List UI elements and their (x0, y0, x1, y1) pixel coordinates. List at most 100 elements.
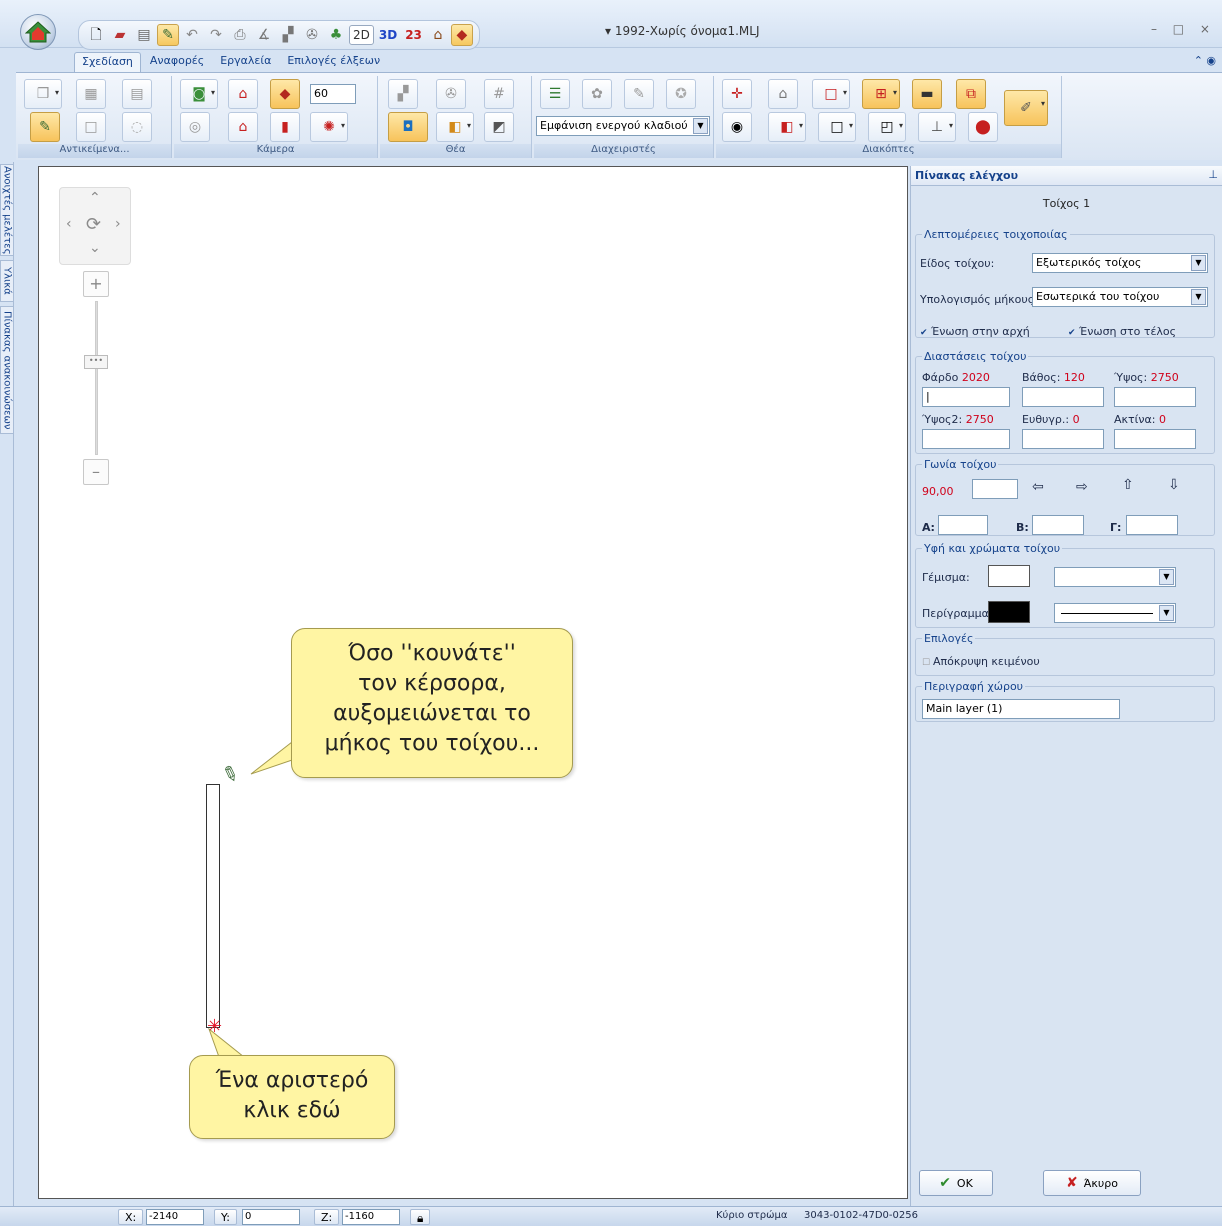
arrow-right-icon[interactable]: ⇨ (1076, 479, 1088, 495)
cancel-button[interactable]: ✘ Άκυρο (1043, 1170, 1141, 1196)
camera-value-input[interactable]: 60 (310, 84, 356, 104)
cube-icon[interactable]: ❒ (24, 79, 62, 109)
angle-input[interactable] (972, 479, 1018, 499)
pin-icon[interactable]: ⊥ (1208, 168, 1218, 181)
rect-snap-icon[interactable]: ⧉ (956, 79, 986, 109)
bulb-plus-icon[interactable]: ✪ (666, 79, 696, 109)
grid-view-icon[interactable]: # (484, 79, 514, 109)
ruler-icon[interactable]: ▬ (912, 79, 942, 109)
frame-icon[interactable]: □ (76, 112, 106, 142)
fill-color-swatch[interactable] (988, 565, 1030, 587)
grid-icon[interactable]: ▤ (122, 79, 152, 109)
qat-customize-icon[interactable]: ▾ (605, 24, 611, 38)
tab-tools[interactable]: Εργαλεία (213, 52, 278, 72)
spiral-icon[interactable]: ✿ (582, 79, 612, 109)
drawing-canvas[interactable]: ⌃ ‹ ⟳ › ⌄ + ••• – ✎ ✳ Όσο ''κουνάτε'' το… (38, 166, 908, 1199)
depth-input[interactable] (1022, 387, 1104, 407)
mode-3d-button[interactable]: 3D (376, 25, 400, 45)
branch-view-select[interactable]: Εμφάνιση ενεργού κλαδιού ▼ (536, 116, 710, 136)
house-outline-icon[interactable]: ⌂ (768, 79, 798, 109)
rotate-box-icon[interactable]: ◩ (484, 112, 514, 142)
film-reel-icon[interactable]: ✇ (301, 24, 323, 46)
new-file-icon[interactable]: 🗋 (85, 24, 107, 46)
app-menu-button[interactable] (20, 14, 56, 50)
stop-icon[interactable]: ⬤ (968, 112, 998, 142)
c-input[interactable] (1126, 515, 1178, 535)
house-view-icon[interactable]: ⌂ (228, 79, 258, 109)
space-description-input[interactable]: Main layer (1) (922, 699, 1120, 719)
chevron-down-icon[interactable]: ▼ (1159, 569, 1174, 585)
corner-icon[interactable]: ◰ (868, 112, 906, 142)
hide-text-checkbox[interactable]: ☐ Απόκρυψη κειμένου (922, 655, 1040, 668)
join-start-checkbox[interactable]: ✔ Ένωση στην αρχή (920, 325, 1030, 338)
edit-sheet-icon[interactable]: ✎ (624, 79, 654, 109)
pencil-draw-icon[interactable]: ✎ (157, 24, 179, 46)
blocks-icon[interactable]: ▦ (76, 79, 106, 109)
outline-color-swatch[interactable] (988, 601, 1030, 623)
arrow-down-icon[interactable]: ⇩ (1168, 477, 1180, 493)
camera-icon[interactable]: ◎ (180, 112, 210, 142)
length-calc-select[interactable]: Εσωτερικά του τοίχου ▼ (1032, 287, 1208, 307)
window-controls[interactable]: – □ × (1151, 22, 1216, 36)
snap-target-icon[interactable]: ⊞ (862, 79, 900, 109)
outline-style-select[interactable]: ▼ (1054, 603, 1176, 623)
snap-cross-icon[interactable]: ✛ (722, 79, 752, 109)
chevron-down-icon[interactable]: ▼ (693, 118, 708, 134)
paint-roller-icon[interactable]: ✐ (1004, 90, 1048, 126)
clapboard-icon[interactable]: ▞ (277, 24, 299, 46)
tab-snap-options[interactable]: Επιλογές έλξεων (280, 52, 387, 72)
b-input[interactable] (1032, 515, 1084, 535)
side-tab-announcements[interactable]: Πίνακας ανακοινώσεων (0, 306, 14, 434)
bulb-icon[interactable]: ◌ (122, 112, 152, 142)
mode-23-button[interactable]: 23 (402, 25, 425, 45)
dimension-icon[interactable]: ⊥ (918, 112, 956, 142)
redo-icon[interactable]: ↷ (205, 24, 227, 46)
width-input[interactable]: | (922, 387, 1010, 407)
save-file-icon[interactable]: ▤ (133, 24, 155, 46)
a-input[interactable] (938, 515, 988, 535)
open-file-icon[interactable]: ▰ (109, 24, 131, 46)
tab-reports[interactable]: Αναφορές (143, 52, 211, 72)
pencil-icon[interactable]: ✎ (30, 112, 60, 142)
join-end-checkbox[interactable]: ✔ Ένωση στο τέλος (1068, 325, 1176, 338)
side-tab-materials[interactable]: Υλικά (0, 260, 14, 302)
chevron-down-icon[interactable]: ▼ (1159, 605, 1174, 621)
orbit-icon[interactable]: ✺ (310, 112, 348, 142)
roof-icon[interactable]: ◆ (450, 24, 473, 46)
render-photo-icon[interactable]: ◘ (388, 112, 428, 142)
radius-input[interactable] (1114, 429, 1196, 449)
clapper-icon[interactable]: ▞ (388, 79, 418, 109)
side-tab-open-projects[interactable]: Ανοιχτές μελέτες (0, 164, 14, 256)
measure-icon[interactable]: ∡ (253, 24, 275, 46)
help-icon[interactable]: ⌃ ◉ (1194, 54, 1216, 67)
tree-icon[interactable]: ♣ (325, 24, 347, 46)
house-front-icon[interactable]: ⌂ (228, 112, 258, 142)
camera-add-icon[interactable]: ◙ (180, 79, 218, 109)
y-coord-input[interactable]: 0 (242, 1209, 300, 1225)
layers-icon[interactable]: ☰ (540, 79, 570, 109)
mode-2d-button[interactable]: 2D (349, 25, 374, 45)
undo-icon[interactable]: ↶ (181, 24, 203, 46)
rect-fill-icon[interactable]: ◧ (768, 112, 806, 142)
house-icon[interactable]: ⌂ (427, 24, 449, 46)
lock-icon[interactable]: 🔒︎ (410, 1209, 431, 1225)
chevron-down-icon[interactable]: ▼ (1191, 289, 1206, 305)
z-coord-input[interactable]: -1160 (342, 1209, 400, 1225)
wall-type-select[interactable]: Εξωτερικός τοίχος ▼ (1032, 253, 1208, 273)
square-icon[interactable]: □ (818, 112, 856, 142)
rect-red-icon[interactable]: □ (812, 79, 850, 109)
book-house-icon[interactable]: ▮ (270, 112, 300, 142)
ok-button[interactable]: ✔ OK (919, 1170, 993, 1196)
height2-input[interactable] (922, 429, 1010, 449)
circle-point-icon[interactable]: ◉ (722, 112, 752, 142)
fill-pattern-select[interactable]: ▼ (1054, 567, 1176, 587)
chevron-down-icon[interactable]: ▼ (1191, 255, 1206, 271)
roof-view-icon[interactable]: ◆ (270, 79, 300, 109)
height-input[interactable] (1114, 387, 1196, 407)
arrow-left-icon[interactable]: ⇦ (1032, 479, 1044, 495)
arrow-up-icon[interactable]: ⇧ (1122, 477, 1134, 493)
x-coord-input[interactable]: -2140 (146, 1209, 204, 1225)
reel-icon[interactable]: ✇ (436, 79, 466, 109)
material-box-icon[interactable]: ◧ (436, 112, 474, 142)
tab-design[interactable]: Σχεδίαση (74, 52, 141, 72)
